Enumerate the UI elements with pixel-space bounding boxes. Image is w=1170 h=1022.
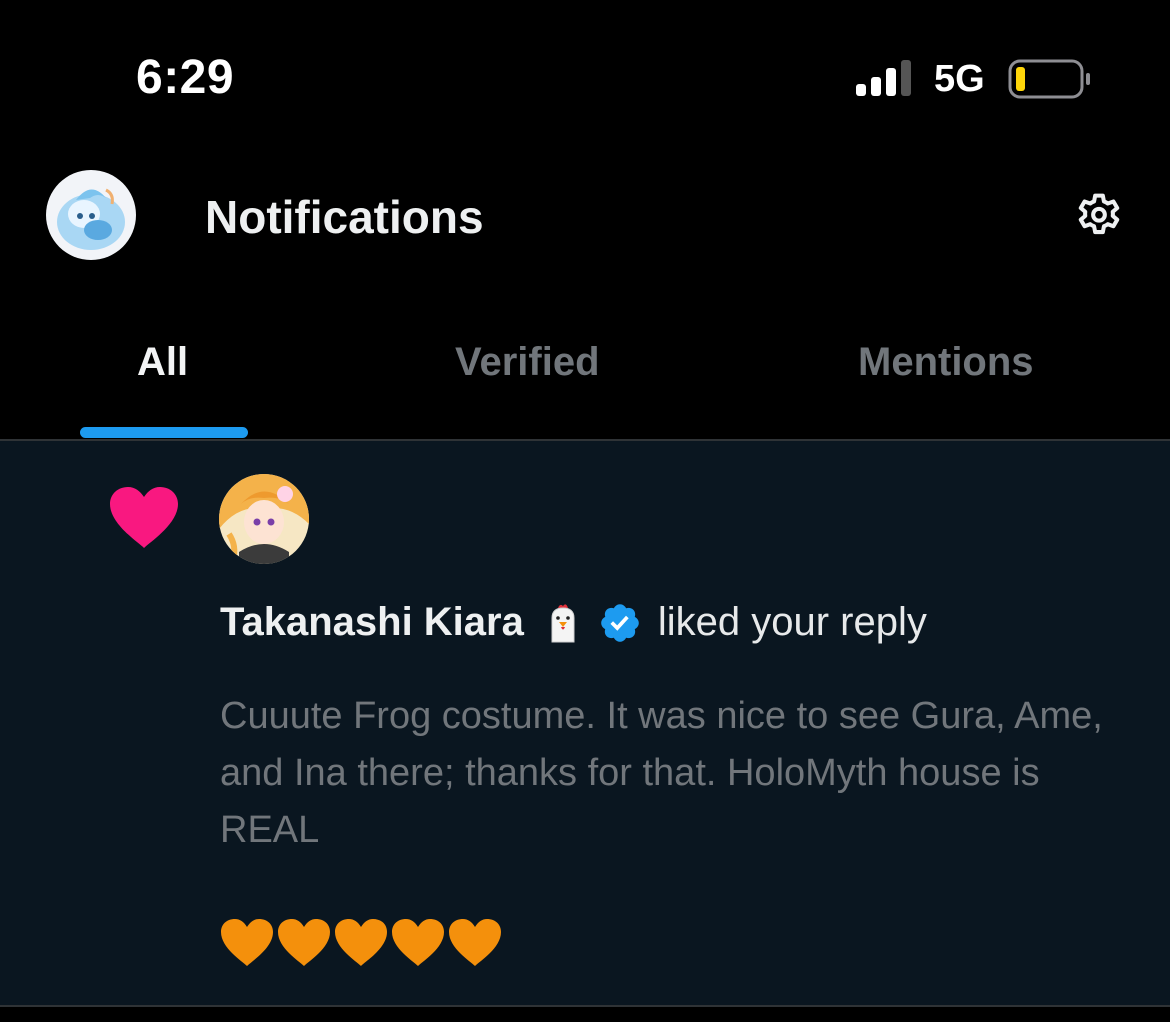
notification-headline: Takanashi Kiara liked your reply	[220, 600, 927, 645]
tab-mentions[interactable]: Mentions	[858, 340, 1034, 385]
reply-text: Cuuute Frog costume. It was nice to see …	[220, 695, 1103, 851]
user-name[interactable]: Takanashi Kiara	[220, 600, 524, 645]
orange-heart-icon	[221, 919, 273, 966]
cellular-signal-icon	[856, 60, 911, 96]
gear-icon[interactable]	[1072, 190, 1126, 244]
notification-action: liked your reply	[657, 600, 927, 644]
status-time: 6:29	[136, 51, 235, 104]
orange-heart-icon	[449, 919, 501, 966]
verified-badge-icon	[601, 603, 639, 642]
status-bar: 6:29 5G	[0, 0, 1170, 150]
heart-icon	[110, 487, 178, 548]
emoji-hearts	[220, 918, 505, 968]
my-profile-avatar[interactable]	[46, 170, 136, 260]
notification-divider	[0, 1005, 1170, 1007]
orange-heart-icon	[392, 919, 444, 966]
active-tab-indicator	[80, 427, 248, 438]
orange-heart-icon	[278, 919, 330, 966]
tab-all[interactable]: All	[137, 340, 188, 385]
tab-verified[interactable]: Verified	[455, 340, 600, 385]
battery-icon	[1008, 59, 1090, 99]
network-type: 5G	[934, 58, 985, 100]
user-avatar[interactable]	[219, 474, 309, 564]
orange-heart-icon	[335, 919, 387, 966]
chicken-emoji-icon	[551, 603, 575, 642]
page-title: Notifications	[205, 191, 484, 243]
